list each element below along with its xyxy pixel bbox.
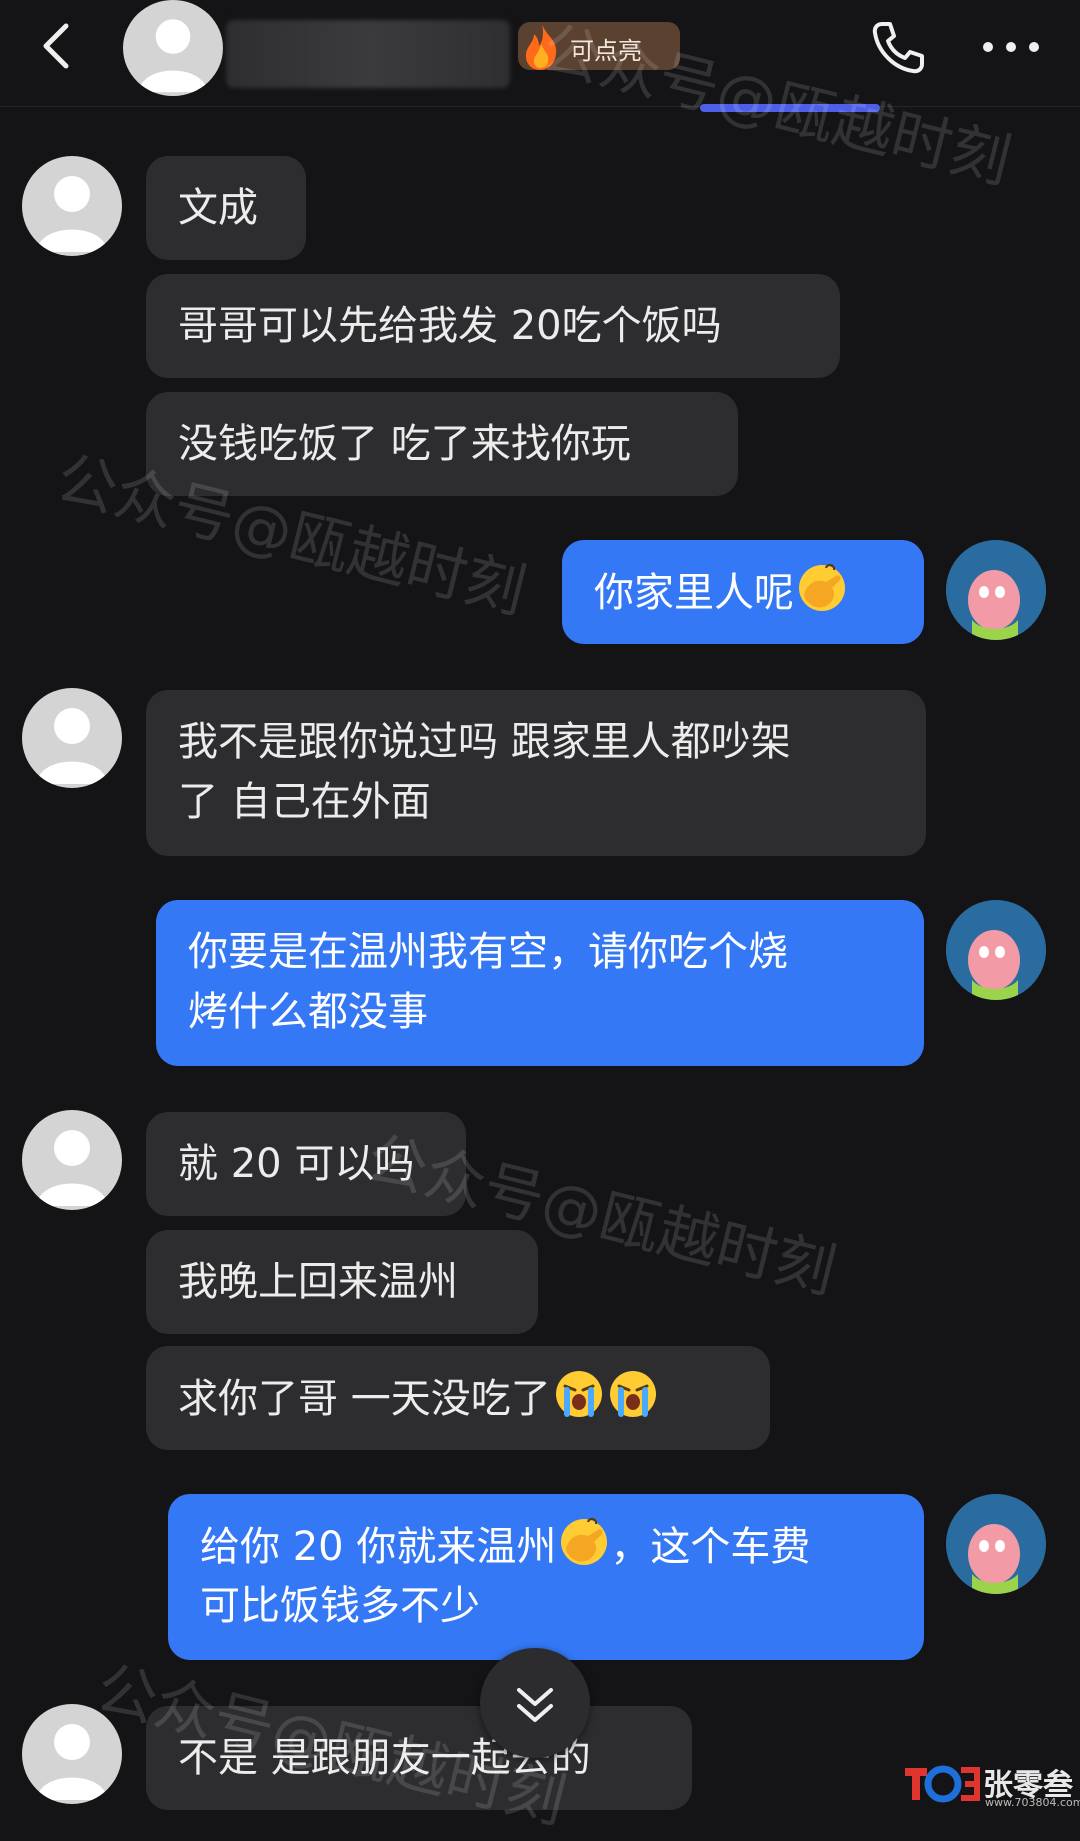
site-logo-icon: [905, 1765, 980, 1803]
message-bubble-incoming[interactable]: 不是 是跟朋友一起去的: [146, 1706, 692, 1810]
message-text: 就 20 可以吗: [178, 1141, 415, 1187]
message-text: 文成: [178, 185, 258, 231]
spark-badge[interactable]: 可点亮: [518, 22, 680, 70]
more-button[interactable]: [976, 30, 1046, 64]
message-bubble-incoming[interactable]: 求你了哥 一天没吃了: [146, 1346, 770, 1450]
my-avatar[interactable]: [946, 1494, 1046, 1594]
message-bubble-incoming[interactable]: 我不是跟你说过吗 跟家里人都吵架 了 自己在外面: [146, 690, 926, 856]
message-bubble-outgoing[interactable]: 你家里人呢: [562, 540, 924, 644]
crying-emoji-icon: [609, 1371, 656, 1417]
header-accent-line: [700, 104, 880, 112]
facepalm-emoji-icon: [799, 563, 845, 611]
message-text: 没钱吃饭了 吃了来找你玩: [178, 421, 631, 467]
crying-emoji-icon: [555, 1371, 602, 1417]
message-text-line: ，这个车费: [610, 1524, 811, 1570]
message-bubble-incoming[interactable]: 文成: [146, 156, 306, 260]
message-text-line: 了 自己在外面: [178, 779, 431, 825]
message-text: 我晚上回来温州: [178, 1259, 458, 1305]
message-text-line: 可比饭钱多不少: [200, 1583, 480, 1629]
message-bubble-incoming[interactable]: 就 20 可以吗: [146, 1112, 466, 1216]
message-bubble-outgoing[interactable]: 你要是在温州我有空，请你吃个烧 烤什么都没事: [156, 900, 924, 1066]
contact-name-redacted: [226, 20, 510, 88]
chat-header: 可点亮: [0, 0, 1080, 107]
message-bubble-incoming[interactable]: 我晚上回来温州: [146, 1230, 538, 1334]
scroll-to-bottom-button[interactable]: [480, 1648, 590, 1758]
my-avatar[interactable]: [946, 900, 1046, 1000]
spark-badge-label: 可点亮: [570, 37, 642, 65]
message-text: 你家里人呢: [594, 570, 794, 616]
site-url: www.703804.com: [985, 1796, 1080, 1809]
facepalm-emoji-icon: [561, 1517, 608, 1565]
flame-icon: [525, 24, 557, 70]
sender-avatar[interactable]: [22, 688, 122, 788]
back-icon: [43, 23, 69, 69]
message-bubble-outgoing[interactable]: 给你 20 你就来温州 ，这个车费 可比饭钱多不少: [168, 1494, 924, 1660]
voice-call-button[interactable]: [866, 16, 930, 80]
contact-avatar[interactable]: [123, 0, 223, 96]
corner-site-logo: 张零叁 www.703804.com: [905, 1756, 1080, 1812]
message-text: 哥哥可以先给我发 20吃个饭吗: [178, 303, 722, 349]
message-text-line: 给你 20 你就来温州: [200, 1524, 557, 1570]
message-text: 求你了哥 一天没吃了: [178, 1376, 551, 1422]
sender-avatar[interactable]: [22, 156, 122, 256]
back-button[interactable]: [30, 16, 90, 76]
message-text-line: 我不是跟你说过吗 跟家里人都吵架: [178, 719, 791, 765]
message-bubble-incoming[interactable]: 哥哥可以先给我发 20吃个饭吗: [146, 274, 840, 378]
phone-icon: [872, 22, 924, 74]
more-icon: [983, 42, 1039, 52]
double-chevron-down-icon: [517, 1688, 553, 1722]
message-text-line: 烤什么都没事: [188, 989, 428, 1035]
sender-avatar[interactable]: [22, 1704, 122, 1804]
sender-avatar[interactable]: [22, 1110, 122, 1210]
message-text-line: 你要是在温州我有空，请你吃个烧: [188, 929, 788, 975]
message-bubble-incoming[interactable]: 没钱吃饭了 吃了来找你玩: [146, 392, 738, 496]
my-avatar[interactable]: [946, 540, 1046, 640]
